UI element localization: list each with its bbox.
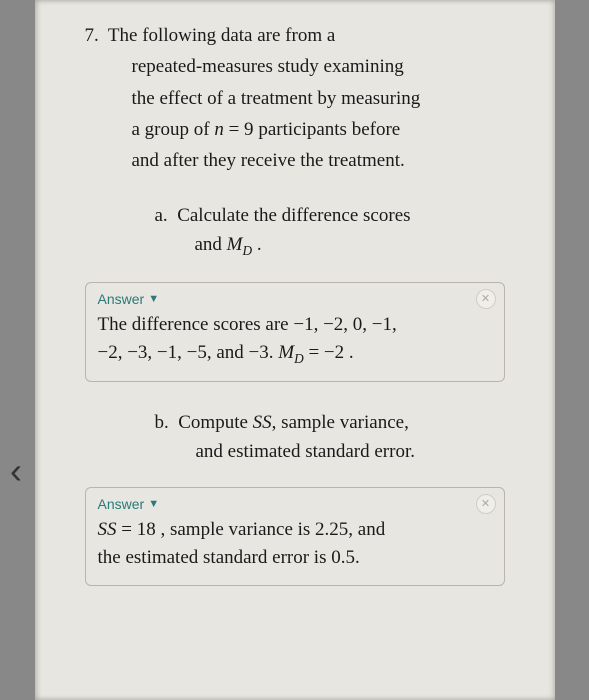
close-icon-b[interactable]: ✕ xyxy=(476,494,496,514)
part-a: a. Calculate the difference scores a. an… xyxy=(155,201,505,262)
answer-b-ss-var: SS xyxy=(98,519,117,540)
back-chevron-icon[interactable]: ‹ xyxy=(10,450,22,492)
answer-b-mid: , sample variance is 2.25, and xyxy=(156,519,386,540)
question-number: 7. xyxy=(85,25,99,46)
q-line2: repeated-measures study examining xyxy=(132,56,404,77)
part-a-text2-pre: and xyxy=(194,234,226,255)
answer-b-label: Answer xyxy=(98,496,145,512)
n-variable: n xyxy=(214,119,224,140)
answer-a-md-eq: = −2 . xyxy=(304,342,354,363)
answer-a-line2-pre: −2, −3, −1, −5, and −3. xyxy=(98,342,279,363)
answer-a-label: Answer xyxy=(98,291,145,307)
answer-a-toggle[interactable]: Answer ▼ xyxy=(98,291,492,307)
answer-a-md-var: M xyxy=(278,342,294,363)
part-b-text-pre: Compute xyxy=(178,412,252,433)
answer-box-b: ✕ Answer ▼ SS = 18 , sample variance is … xyxy=(85,487,505,586)
part-b-text-post: , sample variance, xyxy=(272,412,409,433)
md-var: M xyxy=(227,234,243,255)
answer-b-content: SS = 18 , sample variance is 2.25, and t… xyxy=(98,516,492,573)
q-line3: the effect of a treatment by measuring xyxy=(132,88,421,109)
q-line5: and after they receive the treatment. xyxy=(132,150,405,171)
part-a-label: a. xyxy=(155,205,168,226)
answer-a-md-sub: D xyxy=(294,351,304,366)
question-7: 7. The following data are from a 7. repe… xyxy=(85,20,505,177)
ss-var: SS xyxy=(253,412,272,433)
page-content: 7. The following data are from a 7. repe… xyxy=(35,0,555,700)
answer-b-toggle[interactable]: Answer ▼ xyxy=(98,496,492,512)
arrow-down-icon-b: ▼ xyxy=(148,498,159,510)
close-icon[interactable]: ✕ xyxy=(476,289,496,309)
answer-a-content: The difference scores are −1, −2, 0, −1,… xyxy=(98,311,492,369)
md-sub: D xyxy=(242,243,252,258)
answer-box-a: ✕ Answer ▼ The difference scores are −1,… xyxy=(85,282,505,382)
part-b: b. Compute SS, sample variance, b. and e… xyxy=(155,408,505,467)
part-a-text: Calculate the difference scores xyxy=(177,205,410,226)
part-b-label: b. xyxy=(155,412,169,433)
part-b-text2: and estimated standard error. xyxy=(196,441,415,462)
answer-b-line2: the estimated standard error is 0.5. xyxy=(98,547,360,568)
part-a-text2-post: . xyxy=(252,234,262,255)
answer-b-ss-eq: = 18 xyxy=(117,519,156,540)
q-line4-post: participants before xyxy=(254,119,401,140)
answer-a-line1: The difference scores are −1, −2, 0, −1, xyxy=(98,314,397,335)
q-line4-pre: a group of xyxy=(132,119,215,140)
arrow-down-icon: ▼ xyxy=(148,293,159,305)
q-line1: The following data are from a xyxy=(108,25,335,46)
n-value: = 9 xyxy=(224,119,254,140)
